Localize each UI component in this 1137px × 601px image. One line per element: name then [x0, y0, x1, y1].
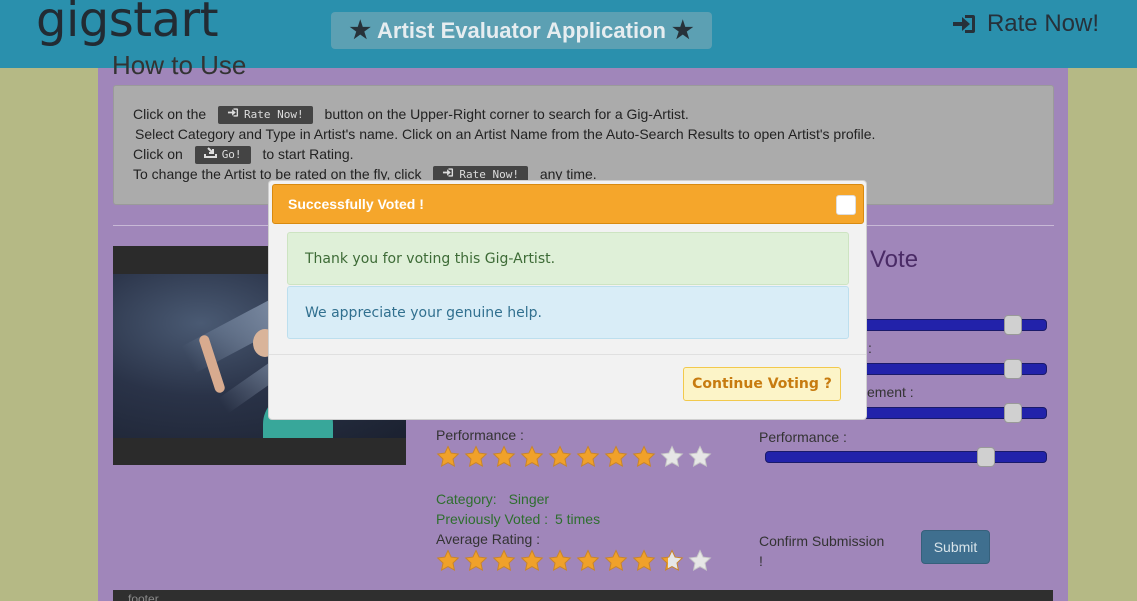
- confirm-submission-label: Confirm Submission: [759, 533, 885, 549]
- category-row: Category: Singer: [436, 491, 549, 507]
- performance-slider[interactable]: [765, 447, 1047, 467]
- app-title-text: Artist Evaluator Application: [377, 17, 666, 43]
- star-icon: [576, 445, 600, 468]
- rate-now-inline-button[interactable]: Rate Now!: [218, 105, 313, 125]
- voted-row: Previously Voted : 5 times: [436, 511, 600, 527]
- continue-voting-button[interactable]: Continue Voting ?: [683, 367, 841, 401]
- rate-now-label: Rate Now!: [986, 10, 1099, 37]
- instruction-text: to start Rating.: [262, 146, 354, 162]
- go-inline-label: Go!: [221, 148, 242, 162]
- star-icon: [520, 445, 544, 468]
- performance-slider-label: Performance :: [759, 429, 847, 445]
- performance-stars[interactable]: [436, 445, 712, 468]
- login-icon: [227, 105, 239, 125]
- performance-label: Performance :: [436, 427, 524, 443]
- submit-button[interactable]: Submit: [921, 530, 990, 564]
- star-icon: [464, 445, 488, 468]
- instruction-line-2: Select Category and Type in Artist's nam…: [135, 126, 876, 142]
- slider-label-2: :: [868, 340, 872, 356]
- voted-value: 5 times: [554, 511, 601, 527]
- instruction-text: button on the Upper-Right corner to sear…: [324, 106, 689, 122]
- star-icon: [576, 549, 600, 572]
- instruction-text: Click on: [133, 146, 183, 162]
- rate-now-inline-label: Rate Now!: [244, 108, 304, 122]
- instruction-text: Click on the: [133, 106, 207, 122]
- brand-logo[interactable]: gigstart: [36, 0, 219, 48]
- star-icon: [632, 445, 656, 468]
- star-icon: [548, 549, 572, 572]
- modal-divider: [269, 354, 866, 355]
- star-icon: [660, 445, 684, 468]
- modal-header: Successfully Voted !: [272, 184, 864, 224]
- star-icon: [492, 549, 516, 572]
- modal-title: Successfully Voted !: [288, 196, 424, 212]
- category-label: Category:: [436, 491, 497, 507]
- slider-thumb[interactable]: [1003, 359, 1022, 379]
- slider-label-3: ement :: [867, 384, 914, 400]
- download-icon: [203, 145, 217, 165]
- app-title-badge: ★ Artist Evaluator Application ★: [331, 12, 712, 49]
- instruction-line-3: Click on Go! to start Rating.: [133, 144, 1053, 165]
- star-icon: [492, 445, 516, 468]
- login-icon: [951, 12, 977, 36]
- star-icon: [436, 549, 460, 572]
- close-icon[interactable]: [836, 195, 856, 215]
- star-icon: ★: [349, 17, 372, 44]
- star-icon: [632, 549, 656, 572]
- star-icon: [604, 549, 628, 572]
- average-rating-stars: [436, 549, 712, 572]
- star-icon: [660, 549, 684, 572]
- star-icon: [688, 549, 712, 572]
- footer: footer: [113, 590, 1053, 601]
- slider-thumb[interactable]: [1003, 403, 1022, 423]
- rate-now-link[interactable]: Rate Now!: [951, 10, 1099, 38]
- success-alert: Thank you for voting this Gig-Artist.: [287, 232, 849, 285]
- how-to-use-heading: How to Use: [112, 50, 247, 80]
- star-icon: ★: [671, 17, 694, 44]
- star-icon: [604, 445, 628, 468]
- success-modal: Successfully Voted ! Thank you for votin…: [268, 180, 867, 420]
- star-icon: [436, 445, 460, 468]
- star-icon: [688, 445, 712, 468]
- confirm-submission-mark: !: [759, 553, 763, 569]
- slider-thumb[interactable]: [977, 447, 996, 467]
- star-icon: [520, 549, 544, 572]
- average-rating-label: Average Rating :: [436, 531, 541, 547]
- slider-thumb[interactable]: [1003, 315, 1022, 335]
- info-alert: We appreciate your genuine help.: [287, 286, 849, 339]
- star-icon: [548, 445, 572, 468]
- instruction-line-1: Click on the Rate Now! button on the Upp…: [133, 104, 1053, 125]
- star-icon: [464, 549, 488, 572]
- category-value: Singer: [508, 491, 550, 507]
- vote-heading: Vote: [870, 246, 919, 273]
- go-inline-button[interactable]: Go!: [194, 145, 251, 165]
- voted-label: Previously Voted :: [436, 511, 549, 527]
